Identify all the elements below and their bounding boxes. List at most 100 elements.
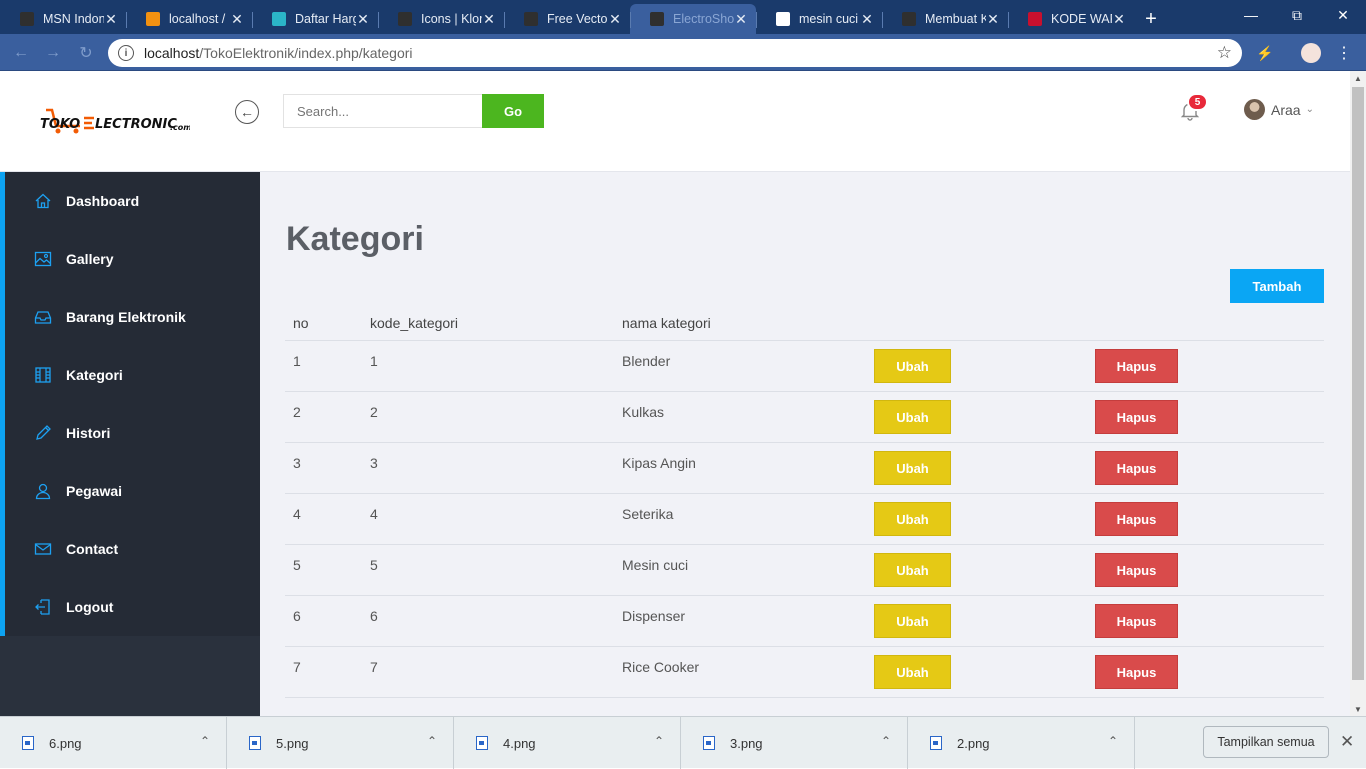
delete-button[interactable]: Hapus xyxy=(1095,655,1178,689)
scroll-thumb[interactable] xyxy=(1352,87,1364,680)
sidebar-item-dashboard[interactable]: Dashboard xyxy=(5,172,260,230)
table-row: 3 3 Kipas Angin Ubah Hapus xyxy=(285,443,1324,494)
toko-electronic-logo[interactable]: TOKO LECTRONIC .com xyxy=(40,104,192,140)
browser-tab[interactable]: localhost / ✕ xyxy=(126,4,252,34)
cell-nama: Dispenser xyxy=(622,608,686,624)
chevron-down-icon: ⌄ xyxy=(1305,104,1314,115)
scroll-up-icon[interactable]: ▲ xyxy=(1350,71,1366,85)
delete-button[interactable]: Hapus xyxy=(1095,349,1178,383)
cell-nama: Seterika xyxy=(622,506,674,522)
chevron-up-icon[interactable]: ⌃ xyxy=(654,734,664,748)
tab-close-icon[interactable]: ✕ xyxy=(356,11,370,28)
avatar xyxy=(1244,99,1265,120)
tab-label: Membuat K xyxy=(925,12,986,26)
search-go-button[interactable]: Go xyxy=(482,94,544,128)
profile-avatar-icon[interactable] xyxy=(1301,43,1321,63)
download-item[interactable]: 2.png ⌃ xyxy=(908,717,1135,769)
forward-arrow-icon[interactable]: → xyxy=(42,42,64,64)
tab-close-icon[interactable]: ✕ xyxy=(230,11,244,28)
tab-close-icon[interactable]: ✕ xyxy=(482,11,496,28)
delete-button[interactable]: Hapus xyxy=(1095,451,1178,485)
browser-tab[interactable]: MSN Indonesia✕ xyxy=(0,4,126,34)
sidebar-item-barang-elektronik[interactable]: Barang Elektronik xyxy=(5,288,260,346)
browser-tab[interactable]: Daftar Harga✕ xyxy=(252,4,378,34)
chevron-up-icon[interactable]: ⌃ xyxy=(427,734,437,748)
table-header: no kode_kategori nama kategori xyxy=(285,303,1324,341)
url-bar[interactable]: i localhost/TokoElektronik/index.php/kat… xyxy=(108,39,1242,67)
reload-icon[interactable]: ↻ xyxy=(75,42,97,64)
flash-extension-icon[interactable]: ⚡ xyxy=(1255,43,1275,63)
delete-button[interactable]: Hapus xyxy=(1095,604,1178,638)
download-item[interactable]: 4.png ⌃ xyxy=(454,717,681,769)
delete-button[interactable]: Hapus xyxy=(1095,502,1178,536)
sidebar-item-logout[interactable]: Logout xyxy=(5,578,260,636)
download-filename: 2.png xyxy=(957,735,990,751)
tab-close-icon[interactable]: ✕ xyxy=(860,11,874,28)
edit-button[interactable]: Ubah xyxy=(874,553,951,587)
edit-button[interactable]: Ubah xyxy=(874,451,951,485)
sidebar-item-kategori[interactable]: Kategori xyxy=(5,346,260,404)
edit-button[interactable]: Ubah xyxy=(874,349,951,383)
new-tab-icon[interactable]: + xyxy=(1134,4,1168,34)
menu-kebab-icon[interactable]: ⋮ xyxy=(1334,43,1354,63)
browser-tab[interactable]: ElectroShop✕ xyxy=(630,4,756,34)
image-file-icon xyxy=(703,736,715,750)
show-all-downloads-button[interactable]: Tampilkan semua xyxy=(1203,726,1329,758)
edit-button[interactable]: Ubah xyxy=(874,655,951,689)
sidebar-item-gallery[interactable]: Gallery xyxy=(5,230,260,288)
address-toolbar: ← → ↻ i localhost/TokoElektronik/index.p… xyxy=(0,34,1366,71)
bookmark-star-icon[interactable]: ☆ xyxy=(1217,43,1232,63)
browser-tab[interactable]: KODE WARNA✕ xyxy=(1008,4,1134,34)
chevron-up-icon[interactable]: ⌃ xyxy=(881,734,891,748)
browser-tab[interactable]: mesin cuci ✕ xyxy=(756,4,882,34)
info-icon[interactable]: i xyxy=(118,45,134,61)
tab-close-icon[interactable]: ✕ xyxy=(986,11,1000,28)
edit-button[interactable]: Ubah xyxy=(874,604,951,638)
minimize-icon[interactable]: — xyxy=(1228,0,1274,30)
sidebar-item-label: Dashboard xyxy=(66,193,140,209)
cell-kode: 2 xyxy=(370,404,378,420)
cell-kode: 5 xyxy=(370,557,378,573)
scroll-down-icon[interactable]: ▼ xyxy=(1350,702,1366,716)
page-scrollbar[interactable]: ▲ ▼ xyxy=(1350,71,1366,716)
cell-nama: Blender xyxy=(622,353,671,369)
delete-button[interactable]: Hapus xyxy=(1095,553,1178,587)
main-content: Kategori Tambah no kode_kategori nama ka… xyxy=(260,172,1350,716)
browser-tab[interactable]: Free Vector ✕ xyxy=(504,4,630,34)
add-category-button[interactable]: Tambah xyxy=(1230,269,1324,303)
sidebar-item-histori[interactable]: Histori xyxy=(5,404,260,462)
sidebar-item-contact[interactable]: Contact xyxy=(5,520,260,578)
download-item[interactable]: 3.png ⌃ xyxy=(681,717,908,769)
back-arrow-icon[interactable]: ← xyxy=(10,42,32,64)
tab-close-icon[interactable]: ✕ xyxy=(608,11,622,28)
browser-tab[interactable]: Icons | Klorofil✕ xyxy=(378,4,504,34)
image-file-icon xyxy=(249,736,261,750)
chevron-up-icon[interactable]: ⌃ xyxy=(200,734,210,748)
download-item[interactable]: 5.png ⌃ xyxy=(227,717,454,769)
tab-close-icon[interactable]: ✕ xyxy=(104,11,118,28)
column-header-no: no xyxy=(293,315,309,331)
user-menu[interactable]: Araa ⌄ xyxy=(1244,99,1314,120)
table-row: 5 5 Mesin cuci Ubah Hapus xyxy=(285,545,1324,596)
sidebar-item-pegawai[interactable]: Pegawai xyxy=(5,462,260,520)
browser-tab-bar: MSN Indonesia✕localhost / ✕Daftar Harga✕… xyxy=(0,0,1366,34)
delete-button[interactable]: Hapus xyxy=(1095,400,1178,434)
restore-icon[interactable]: ⧉ xyxy=(1274,0,1320,30)
sidebar-menu: Dashboard Gallery Barang Elektronik Kate… xyxy=(0,172,260,636)
cell-kode: 7 xyxy=(370,659,378,675)
browser-tab[interactable]: Membuat K ✕ xyxy=(882,4,1008,34)
table-row: 4 4 Seterika Ubah Hapus xyxy=(285,494,1324,545)
window-close-icon[interactable]: ✕ xyxy=(1320,0,1366,30)
download-item[interactable]: 6.png ⌃ xyxy=(0,717,227,769)
chevron-up-icon[interactable]: ⌃ xyxy=(1108,734,1118,748)
svg-text:TOKO: TOKO xyxy=(40,117,80,132)
tab-close-icon[interactable]: ✕ xyxy=(1112,11,1126,28)
search-input[interactable] xyxy=(283,94,483,128)
collapse-sidebar-arrow-icon[interactable]: ← xyxy=(235,100,259,124)
cell-nama: Kipas Angin xyxy=(622,455,696,471)
table-row: 2 2 Kulkas Ubah Hapus xyxy=(285,392,1324,443)
edit-button[interactable]: Ubah xyxy=(874,400,951,434)
close-icon[interactable]: ✕ xyxy=(1340,732,1354,752)
edit-button[interactable]: Ubah xyxy=(874,502,951,536)
tab-close-icon[interactable]: ✕ xyxy=(734,11,748,28)
